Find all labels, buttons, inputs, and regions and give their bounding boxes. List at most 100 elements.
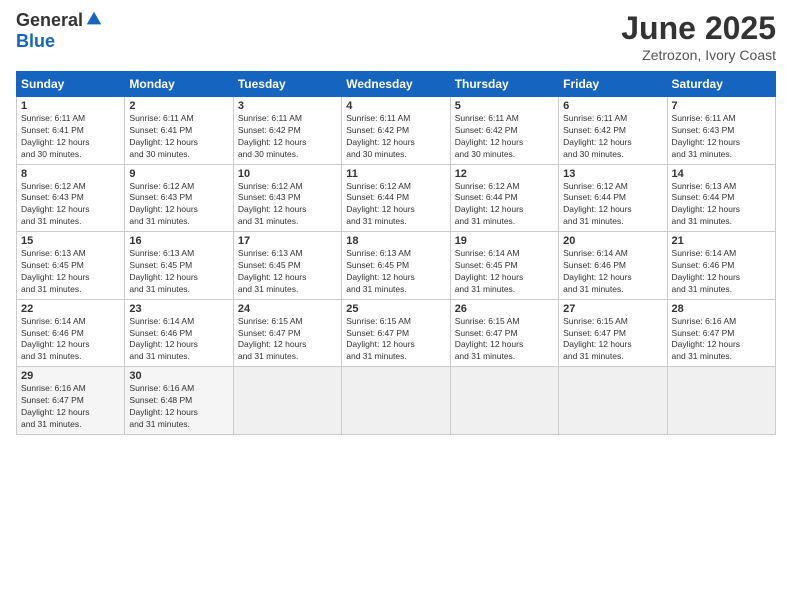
day-number: 5: [455, 100, 554, 112]
col-thursday: Thursday: [450, 72, 558, 97]
calendar-week-row: 22Sunrise: 6:14 AMSunset: 6:46 PMDayligh…: [17, 299, 776, 367]
day-info: Sunrise: 6:15 AMSunset: 6:47 PMDaylight:…: [563, 316, 662, 364]
table-row: 24Sunrise: 6:15 AMSunset: 6:47 PMDayligh…: [233, 299, 341, 367]
day-number: 21: [672, 235, 771, 247]
col-friday: Friday: [559, 72, 667, 97]
day-info: Sunrise: 6:14 AMSunset: 6:46 PMDaylight:…: [672, 248, 771, 296]
col-saturday: Saturday: [667, 72, 775, 97]
table-row: 14Sunrise: 6:13 AMSunset: 6:44 PMDayligh…: [667, 164, 775, 232]
day-number: 2: [129, 100, 228, 112]
day-info: Sunrise: 6:13 AMSunset: 6:44 PMDaylight:…: [672, 181, 771, 229]
day-info: Sunrise: 6:13 AMSunset: 6:45 PMDaylight:…: [238, 248, 337, 296]
day-number: 13: [563, 168, 662, 180]
calendar-table: Sunday Monday Tuesday Wednesday Thursday…: [16, 71, 776, 435]
table-row: 7Sunrise: 6:11 AMSunset: 6:43 PMDaylight…: [667, 97, 775, 165]
day-number: 1: [21, 100, 120, 112]
table-row: 6Sunrise: 6:11 AMSunset: 6:42 PMDaylight…: [559, 97, 667, 165]
table-row: 13Sunrise: 6:12 AMSunset: 6:44 PMDayligh…: [559, 164, 667, 232]
day-number: 7: [672, 100, 771, 112]
day-number: 25: [346, 303, 445, 315]
day-info: Sunrise: 6:13 AMSunset: 6:45 PMDaylight:…: [21, 248, 120, 296]
page-subtitle: Zetrozon, Ivory Coast: [621, 47, 776, 63]
table-row: 15Sunrise: 6:13 AMSunset: 6:45 PMDayligh…: [17, 232, 125, 300]
day-number: 16: [129, 235, 228, 247]
table-row: 23Sunrise: 6:14 AMSunset: 6:46 PMDayligh…: [125, 299, 233, 367]
day-info: Sunrise: 6:11 AMSunset: 6:42 PMDaylight:…: [563, 113, 662, 161]
header: General Blue June 2025 Zetrozon, Ivory C…: [16, 10, 776, 63]
day-info: Sunrise: 6:11 AMSunset: 6:42 PMDaylight:…: [238, 113, 337, 161]
table-row: 26Sunrise: 6:15 AMSunset: 6:47 PMDayligh…: [450, 299, 558, 367]
table-row: 20Sunrise: 6:14 AMSunset: 6:46 PMDayligh…: [559, 232, 667, 300]
day-number: 29: [21, 370, 120, 382]
table-row: 30Sunrise: 6:16 AMSunset: 6:48 PMDayligh…: [125, 367, 233, 435]
day-info: Sunrise: 6:13 AMSunset: 6:45 PMDaylight:…: [129, 248, 228, 296]
day-info: Sunrise: 6:12 AMSunset: 6:44 PMDaylight:…: [346, 181, 445, 229]
day-number: 17: [238, 235, 337, 247]
day-number: 12: [455, 168, 554, 180]
page: General Blue June 2025 Zetrozon, Ivory C…: [0, 0, 792, 612]
day-info: Sunrise: 6:12 AMSunset: 6:44 PMDaylight:…: [455, 181, 554, 229]
day-number: 10: [238, 168, 337, 180]
logo: General Blue: [16, 10, 103, 52]
table-row: 12Sunrise: 6:12 AMSunset: 6:44 PMDayligh…: [450, 164, 558, 232]
empty-cell: [450, 367, 558, 435]
empty-cell: [559, 367, 667, 435]
day-number: 4: [346, 100, 445, 112]
table-row: 25Sunrise: 6:15 AMSunset: 6:47 PMDayligh…: [342, 299, 450, 367]
empty-cell: [667, 367, 775, 435]
day-info: Sunrise: 6:15 AMSunset: 6:47 PMDaylight:…: [346, 316, 445, 364]
day-number: 27: [563, 303, 662, 315]
day-info: Sunrise: 6:14 AMSunset: 6:46 PMDaylight:…: [129, 316, 228, 364]
table-row: 18Sunrise: 6:13 AMSunset: 6:45 PMDayligh…: [342, 232, 450, 300]
logo-blue-text: Blue: [16, 31, 55, 52]
day-number: 11: [346, 168, 445, 180]
day-number: 22: [21, 303, 120, 315]
day-info: Sunrise: 6:12 AMSunset: 6:43 PMDaylight:…: [21, 181, 120, 229]
day-number: 19: [455, 235, 554, 247]
calendar-week-row: 29Sunrise: 6:16 AMSunset: 6:47 PMDayligh…: [17, 367, 776, 435]
table-row: 28Sunrise: 6:16 AMSunset: 6:47 PMDayligh…: [667, 299, 775, 367]
day-info: Sunrise: 6:16 AMSunset: 6:47 PMDaylight:…: [672, 316, 771, 364]
day-number: 23: [129, 303, 228, 315]
table-row: 9Sunrise: 6:12 AMSunset: 6:43 PMDaylight…: [125, 164, 233, 232]
table-row: 8Sunrise: 6:12 AMSunset: 6:43 PMDaylight…: [17, 164, 125, 232]
day-info: Sunrise: 6:11 AMSunset: 6:42 PMDaylight:…: [346, 113, 445, 161]
day-info: Sunrise: 6:14 AMSunset: 6:46 PMDaylight:…: [563, 248, 662, 296]
day-info: Sunrise: 6:15 AMSunset: 6:47 PMDaylight:…: [238, 316, 337, 364]
day-info: Sunrise: 6:11 AMSunset: 6:41 PMDaylight:…: [21, 113, 120, 161]
table-row: 21Sunrise: 6:14 AMSunset: 6:46 PMDayligh…: [667, 232, 775, 300]
day-info: Sunrise: 6:15 AMSunset: 6:47 PMDaylight:…: [455, 316, 554, 364]
day-number: 3: [238, 100, 337, 112]
day-number: 14: [672, 168, 771, 180]
logo-general-text: General: [16, 10, 83, 31]
page-title: June 2025: [621, 10, 776, 47]
logo-icon: [85, 10, 103, 28]
day-info: Sunrise: 6:12 AMSunset: 6:43 PMDaylight:…: [238, 181, 337, 229]
col-monday: Monday: [125, 72, 233, 97]
day-number: 20: [563, 235, 662, 247]
day-info: Sunrise: 6:12 AMSunset: 6:44 PMDaylight:…: [563, 181, 662, 229]
table-row: 5Sunrise: 6:11 AMSunset: 6:42 PMDaylight…: [450, 97, 558, 165]
day-number: 6: [563, 100, 662, 112]
day-info: Sunrise: 6:14 AMSunset: 6:45 PMDaylight:…: [455, 248, 554, 296]
table-row: 27Sunrise: 6:15 AMSunset: 6:47 PMDayligh…: [559, 299, 667, 367]
table-row: 29Sunrise: 6:16 AMSunset: 6:47 PMDayligh…: [17, 367, 125, 435]
calendar-week-row: 8Sunrise: 6:12 AMSunset: 6:43 PMDaylight…: [17, 164, 776, 232]
day-number: 26: [455, 303, 554, 315]
table-row: 17Sunrise: 6:13 AMSunset: 6:45 PMDayligh…: [233, 232, 341, 300]
day-info: Sunrise: 6:14 AMSunset: 6:46 PMDaylight:…: [21, 316, 120, 364]
col-tuesday: Tuesday: [233, 72, 341, 97]
day-number: 28: [672, 303, 771, 315]
day-info: Sunrise: 6:13 AMSunset: 6:45 PMDaylight:…: [346, 248, 445, 296]
empty-cell: [233, 367, 341, 435]
day-number: 15: [21, 235, 120, 247]
col-wednesday: Wednesday: [342, 72, 450, 97]
day-info: Sunrise: 6:12 AMSunset: 6:43 PMDaylight:…: [129, 181, 228, 229]
day-number: 30: [129, 370, 228, 382]
day-info: Sunrise: 6:11 AMSunset: 6:41 PMDaylight:…: [129, 113, 228, 161]
table-row: 19Sunrise: 6:14 AMSunset: 6:45 PMDayligh…: [450, 232, 558, 300]
day-info: Sunrise: 6:16 AMSunset: 6:48 PMDaylight:…: [129, 383, 228, 431]
table-row: 11Sunrise: 6:12 AMSunset: 6:44 PMDayligh…: [342, 164, 450, 232]
day-number: 24: [238, 303, 337, 315]
col-sunday: Sunday: [17, 72, 125, 97]
